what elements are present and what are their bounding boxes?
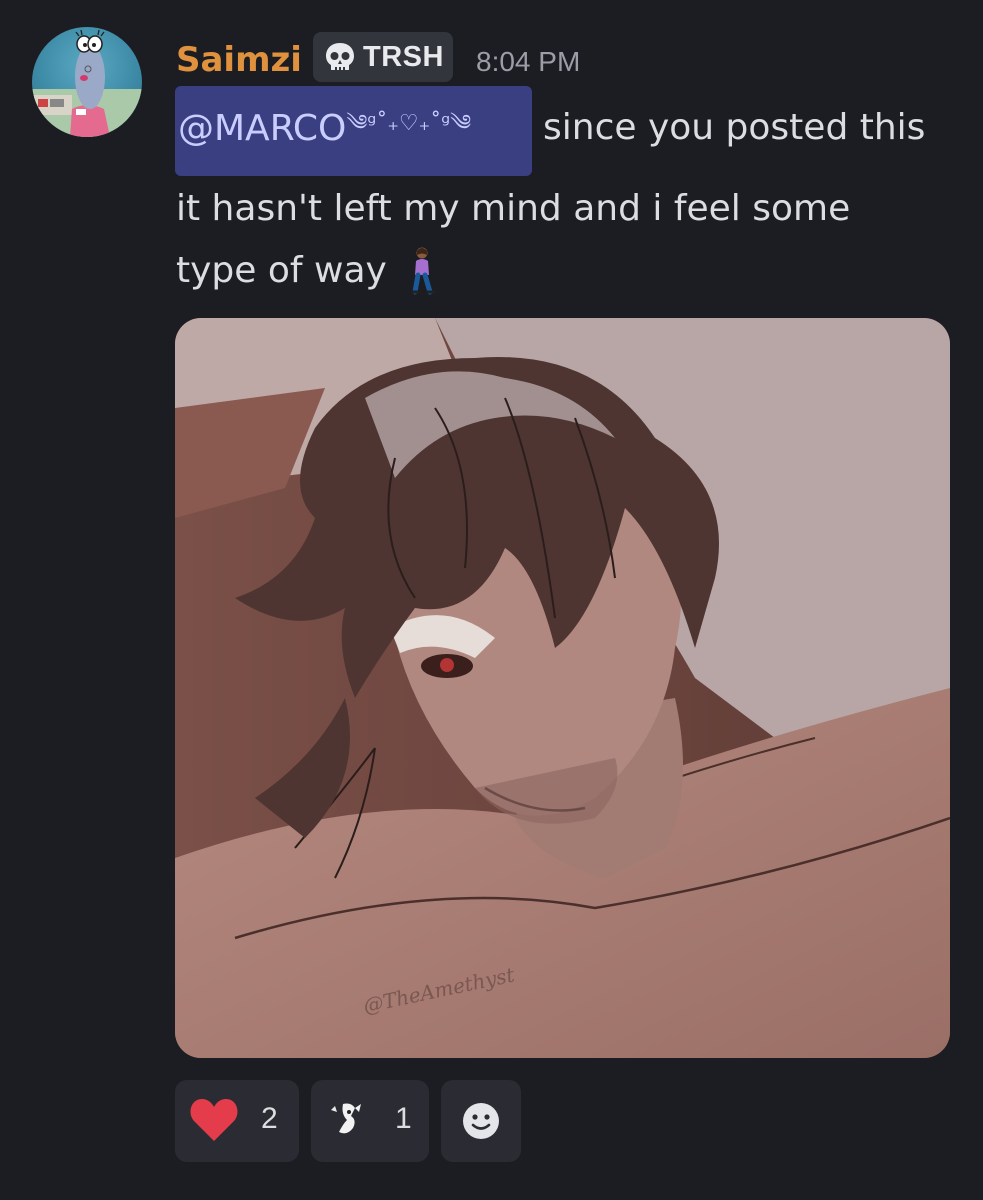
woman-walking-emoji — [411, 247, 436, 295]
mention-decoration: ༄ᵍ˚₊♡₊˚ᵍ༄ — [346, 111, 472, 136]
timestamp[interactable]: 8:04 PM — [476, 44, 580, 80]
chat-message: Saimzi TRSH 8:04 PM @MARCO༄ᵍ˚₊♡₊˚ᵍ༄ sinc… — [0, 0, 983, 1200]
message-text-line-3: type of way — [176, 250, 387, 291]
reaction-count: 1 — [395, 1102, 412, 1135]
reaction-heart[interactable]: 2 — [175, 1080, 299, 1162]
artwork-illustration: @TheAmethyst — [175, 318, 950, 1058]
add-reaction-icon — [463, 1103, 499, 1139]
reaction-custom[interactable]: 1 — [311, 1080, 429, 1162]
message-text-line-2: it hasn't left my mind and i feel some — [176, 188, 851, 229]
role-tag[interactable]: TRSH — [313, 32, 453, 82]
user-mention[interactable]: @MARCO༄ᵍ˚₊♡₊˚ᵍ༄ — [175, 86, 532, 176]
custom-emoji-icon — [331, 1103, 361, 1134]
image-attachment[interactable]: @TheAmethyst — [175, 318, 950, 1058]
heart-icon — [190, 1099, 238, 1141]
skull-icon — [326, 43, 354, 70]
user-avatar[interactable] — [32, 27, 142, 137]
message-text-line-1: since you posted this — [543, 107, 926, 148]
reaction-count: 2 — [261, 1102, 278, 1135]
role-tag-label: TRSH — [363, 40, 444, 73]
add-reaction-button[interactable] — [441, 1080, 521, 1162]
mention-name: @MARCO — [178, 108, 347, 149]
username[interactable]: Saimzi — [176, 38, 302, 82]
avatar-illustration — [32, 29, 142, 137]
